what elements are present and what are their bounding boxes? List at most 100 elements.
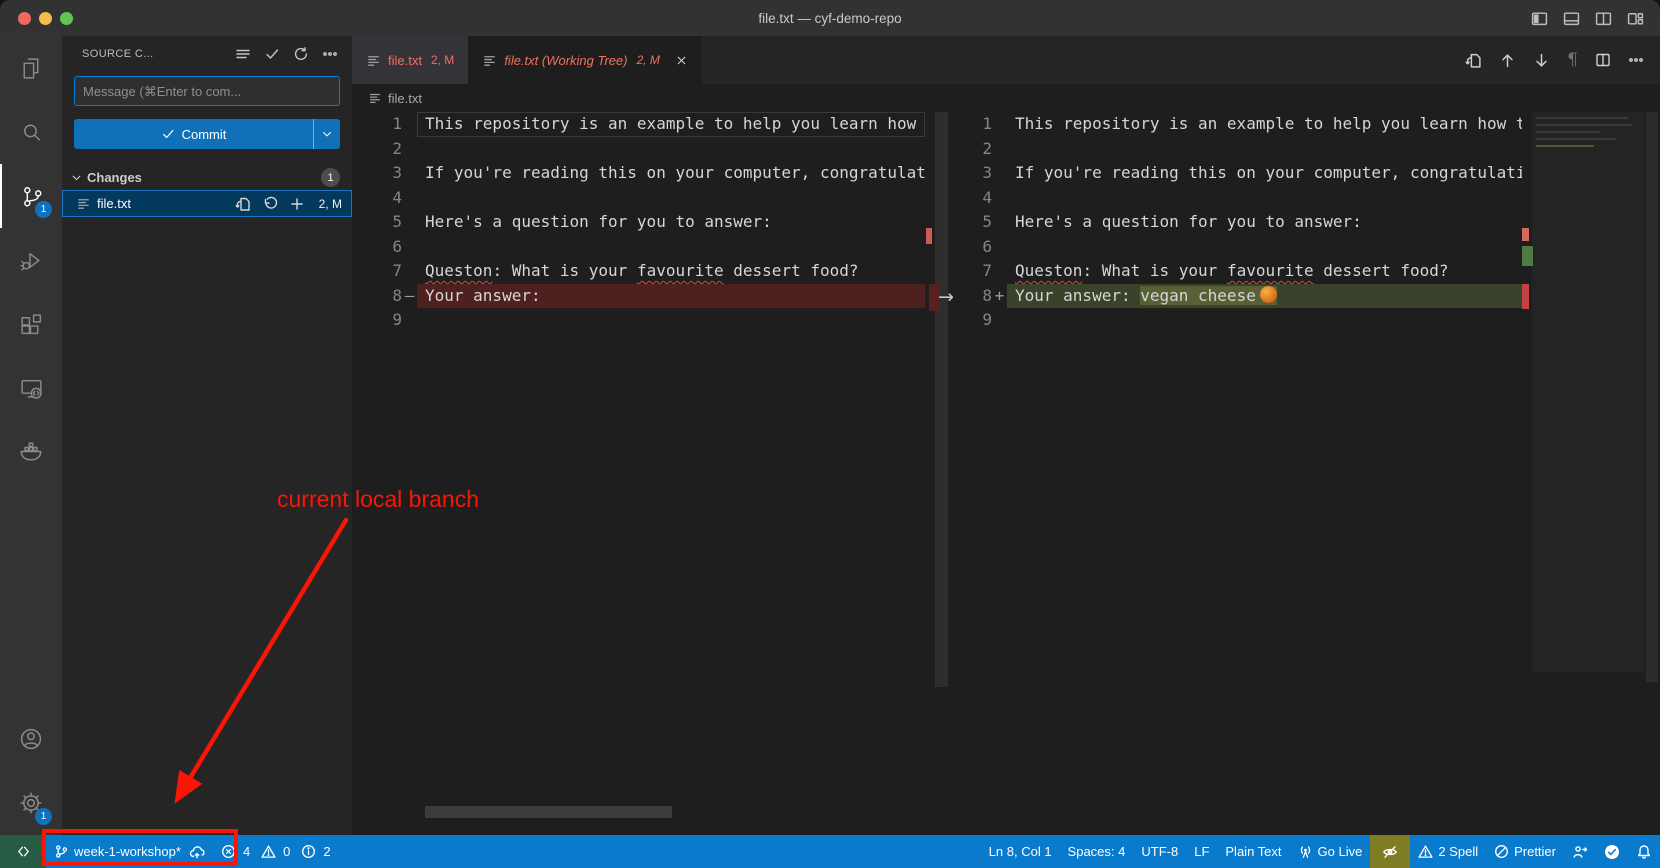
- discard-changes-icon[interactable]: [262, 196, 278, 212]
- tab-bar: file.txt 2, M file.txt (Working Tree) 2,…: [352, 36, 1660, 84]
- ruler-mark: [1522, 246, 1533, 266]
- customize-layout-icon[interactable]: [1627, 10, 1644, 27]
- docker-icon[interactable]: [0, 420, 62, 484]
- status-bar: week-1-workshop* 4 0 2 Ln 8, Col 1 Space…: [0, 835, 1660, 868]
- encoding[interactable]: UTF-8: [1133, 835, 1186, 868]
- file-lines-icon: [482, 53, 497, 68]
- tab-label: file.txt (Working Tree): [504, 53, 627, 68]
- bell-icon: [1636, 844, 1652, 860]
- previous-change-icon[interactable]: [1499, 52, 1516, 69]
- feedback-button[interactable]: [1564, 835, 1596, 868]
- refresh-icon[interactable]: [293, 46, 309, 62]
- whitespace-pilcrow-icon[interactable]: ¶: [1567, 50, 1578, 70]
- right-scrollbar[interactable]: [1646, 112, 1658, 682]
- source-control-badge: 1: [35, 201, 52, 218]
- extensions-icon[interactable]: [0, 292, 62, 356]
- changed-file-name: file.txt: [97, 196, 131, 211]
- changes-section-header[interactable]: Changes 1: [62, 165, 352, 190]
- errors-icon: [221, 844, 236, 859]
- titlebar: file.txt — cyf-demo-repo: [0, 0, 1660, 36]
- chevron-down-icon: [70, 171, 83, 184]
- settings-gear-icon[interactable]: 1: [0, 771, 62, 835]
- window-controls: [18, 0, 73, 36]
- explorer-icon[interactable]: [0, 36, 62, 100]
- toggle-panel-icon[interactable]: [1563, 10, 1580, 27]
- diff-editor[interactable]: 1This repository is an example to help y…: [352, 112, 1660, 835]
- deleted-code-line: 8–Your answer:: [352, 284, 952, 309]
- open-file-icon[interactable]: [1465, 52, 1482, 69]
- circle-slash-icon: [1494, 844, 1509, 859]
- remote-indicator[interactable]: [0, 835, 46, 868]
- branch-indicator[interactable]: week-1-workshop*: [46, 835, 213, 868]
- next-change-icon[interactable]: [1533, 52, 1550, 69]
- close-window-button[interactable]: [18, 12, 31, 25]
- tab-file-txt[interactable]: file.txt 2, M: [352, 36, 468, 84]
- code-line: 9: [352, 308, 952, 333]
- run-debug-icon[interactable]: [0, 228, 62, 292]
- source-control-icon[interactable]: 1: [0, 164, 62, 228]
- diff-revert-arrow-icon[interactable]: →: [938, 286, 954, 308]
- activity-bar: 1 1: [0, 36, 62, 835]
- zoom-window-button[interactable]: [60, 12, 73, 25]
- prettier-status[interactable]: Prettier: [1486, 835, 1564, 868]
- commit-check-icon[interactable]: [264, 46, 280, 62]
- eye-slash-icon: [1382, 844, 1398, 860]
- more-actions-icon[interactable]: [1628, 52, 1644, 68]
- changes-label: Changes: [87, 170, 142, 185]
- publish-cloud-icon: [189, 844, 205, 860]
- commit-message-input[interactable]: [74, 76, 340, 106]
- accounts-icon[interactable]: [0, 707, 62, 771]
- remote-icon: [16, 844, 31, 859]
- tab-decoration: 2, M: [637, 53, 660, 67]
- ruler-mark: [1522, 228, 1529, 241]
- vscode-window: file.txt — cyf-demo-repo 1 1: [0, 0, 1660, 868]
- checks-passed-indicator[interactable]: [1596, 835, 1628, 868]
- visibility-toggle[interactable]: [1370, 835, 1410, 868]
- minimap[interactable]: [1522, 112, 1660, 835]
- stage-changes-icon[interactable]: [289, 196, 305, 212]
- settings-badge: 1: [35, 808, 52, 825]
- toggle-sidebar-icon[interactable]: [1531, 10, 1548, 27]
- close-tab-icon[interactable]: [675, 54, 688, 67]
- view-as-list-icon[interactable]: [235, 46, 251, 62]
- split-layout-icon[interactable]: [1595, 10, 1612, 27]
- open-file-icon[interactable]: [235, 196, 251, 212]
- more-actions-icon[interactable]: [322, 46, 338, 62]
- notifications-button[interactable]: [1628, 835, 1660, 868]
- tab-label: file.txt: [388, 53, 422, 68]
- changed-file-row[interactable]: file.txt 2, M: [62, 190, 352, 217]
- tab-decoration: 2, M: [431, 53, 454, 67]
- git-branch-icon: [54, 844, 69, 859]
- warnings-icon: [261, 844, 276, 859]
- split-editor-icon[interactable]: [1595, 52, 1611, 68]
- breadcrumb-file-name: file.txt: [388, 91, 422, 106]
- problems-indicator[interactable]: 4 0 2: [213, 835, 339, 868]
- branch-name: week-1-workshop*: [74, 844, 181, 859]
- code-line: 5Here's a question for you to answer:: [352, 210, 952, 235]
- horizontal-scrollbar[interactable]: [425, 806, 672, 818]
- commit-dropdown-button[interactable]: [313, 119, 340, 149]
- code-line: 6: [352, 235, 952, 260]
- diff-modified-pane[interactable]: 1This repository is an example to help y…: [952, 112, 1660, 835]
- spell-checker-status[interactable]: 2 Spell: [1410, 835, 1486, 868]
- file-lines-icon: [368, 91, 382, 105]
- go-live-button[interactable]: Go Live: [1290, 835, 1371, 868]
- sidebar-title: SOURCE C...: [82, 48, 154, 60]
- language-mode[interactable]: Plain Text: [1217, 835, 1289, 868]
- remote-explorer-icon[interactable]: [0, 356, 62, 420]
- breadcrumb[interactable]: file.txt: [352, 84, 1660, 112]
- eol-sequence[interactable]: LF: [1186, 835, 1217, 868]
- code-line: 2: [352, 137, 952, 162]
- left-scrollbar[interactable]: [925, 112, 952, 835]
- info-icon: [301, 844, 316, 859]
- error-count: 4: [243, 844, 250, 859]
- tab-file-txt-working-tree[interactable]: file.txt (Working Tree) 2, M: [468, 36, 702, 84]
- minimize-window-button[interactable]: [39, 12, 52, 25]
- cursor-position[interactable]: Ln 8, Col 1: [981, 835, 1060, 868]
- commit-button[interactable]: Commit: [74, 119, 340, 149]
- indentation[interactable]: Spaces: 4: [1060, 835, 1134, 868]
- search-icon[interactable]: [0, 100, 62, 164]
- diff-original-pane[interactable]: 1This repository is an example to help y…: [352, 112, 952, 835]
- warning-count: 0: [283, 844, 290, 859]
- changes-count-badge: 1: [321, 168, 340, 187]
